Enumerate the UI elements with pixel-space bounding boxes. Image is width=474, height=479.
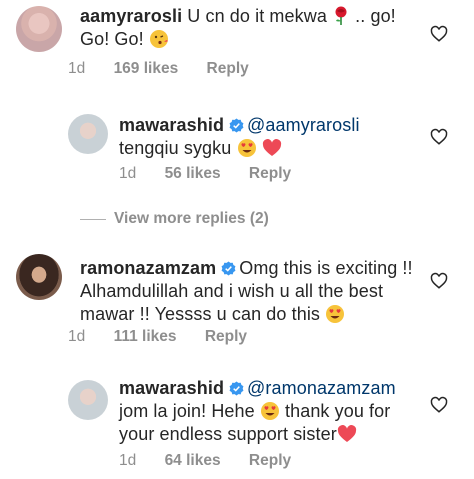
username-link[interactable]: ramonazamzam [80,258,216,278]
timestamp: 1d [119,452,137,469]
reply-button[interactable]: Reply [249,165,291,182]
view-more-replies-button[interactable]: View more replies (2) [80,210,269,228]
timestamp: 1d [68,60,86,77]
comment-text: mawarashid @aamyrarosli tengqiu sygku [119,114,429,160]
avatar[interactable] [68,114,108,154]
comment-body: Alhamdulillah and i wish u all the best [80,281,384,301]
comment-body: U cn do it mekwa [187,6,327,26]
comment-meta: 1d 64 likes Reply [119,452,315,470]
heart-outline-icon[interactable] [430,396,448,414]
likes-count[interactable]: 64 likes [165,452,221,469]
comment-text: aamyrarosli U cn do it mekwa .. go! Go! … [80,5,420,51]
comment-meta: 1d 169 likes Reply [68,60,273,78]
comment-body: mawar !! Yessss u can do this [80,304,321,324]
comment-body: tengqiu sygku [119,138,232,158]
comment-body: thank you for [285,401,391,421]
heart-outline-icon[interactable] [430,272,448,290]
comment-meta: 1d 56 likes Reply [119,165,315,183]
username-link[interactable]: mawarashid [119,115,224,135]
avatar[interactable] [16,6,62,52]
kiss-emoji [149,30,168,48]
reply-button[interactable]: Reply [207,60,249,77]
likes-count[interactable]: 56 likes [165,165,221,182]
likes-count[interactable]: 111 likes [114,328,177,345]
heart-eyes-emoji [237,139,256,157]
heart-eyes-emoji [326,305,345,323]
avatar[interactable] [68,380,108,420]
timestamp: 1d [119,165,137,182]
heart-eyes-emoji [260,402,279,420]
heart-outline-icon[interactable] [430,128,448,146]
rose-emoji [335,6,347,25]
username-link[interactable]: aamyrarosli [80,6,182,26]
comment-meta: 1d 111 likes Reply [68,328,271,346]
comment-body: jom la join! Hehe [119,401,255,421]
timestamp: 1d [68,328,86,345]
mention-link[interactable]: @ramonazamzam [247,378,396,398]
comment-text: ramonazamzam Omg this is exciting !! Alha… [80,257,425,326]
comment-body: your endless support sister [119,424,337,444]
reply-button[interactable]: Reply [205,328,247,345]
red-heart-emoji [262,139,281,156]
verified-badge-icon [229,118,244,133]
red-heart-emoji [337,425,356,442]
comment-body: Go! Go! [80,29,144,49]
reply-button[interactable]: Reply [249,452,291,469]
verified-badge-icon [221,261,236,276]
view-more-label: View more replies (2) [114,210,269,227]
likes-count[interactable]: 169 likes [114,60,179,77]
comment-text: mawarashid @ramonazamzam jom la join! Heh… [119,377,429,446]
mention-link[interactable]: @aamyrarosli [247,115,360,135]
avatar[interactable] [16,254,62,300]
heart-outline-icon[interactable] [430,25,448,43]
divider-line [80,218,106,220]
comment-body: .. go! [355,6,396,26]
comment-body: Omg this is exciting !! [239,258,413,278]
username-link[interactable]: mawarashid [119,378,224,398]
verified-badge-icon [229,381,244,396]
